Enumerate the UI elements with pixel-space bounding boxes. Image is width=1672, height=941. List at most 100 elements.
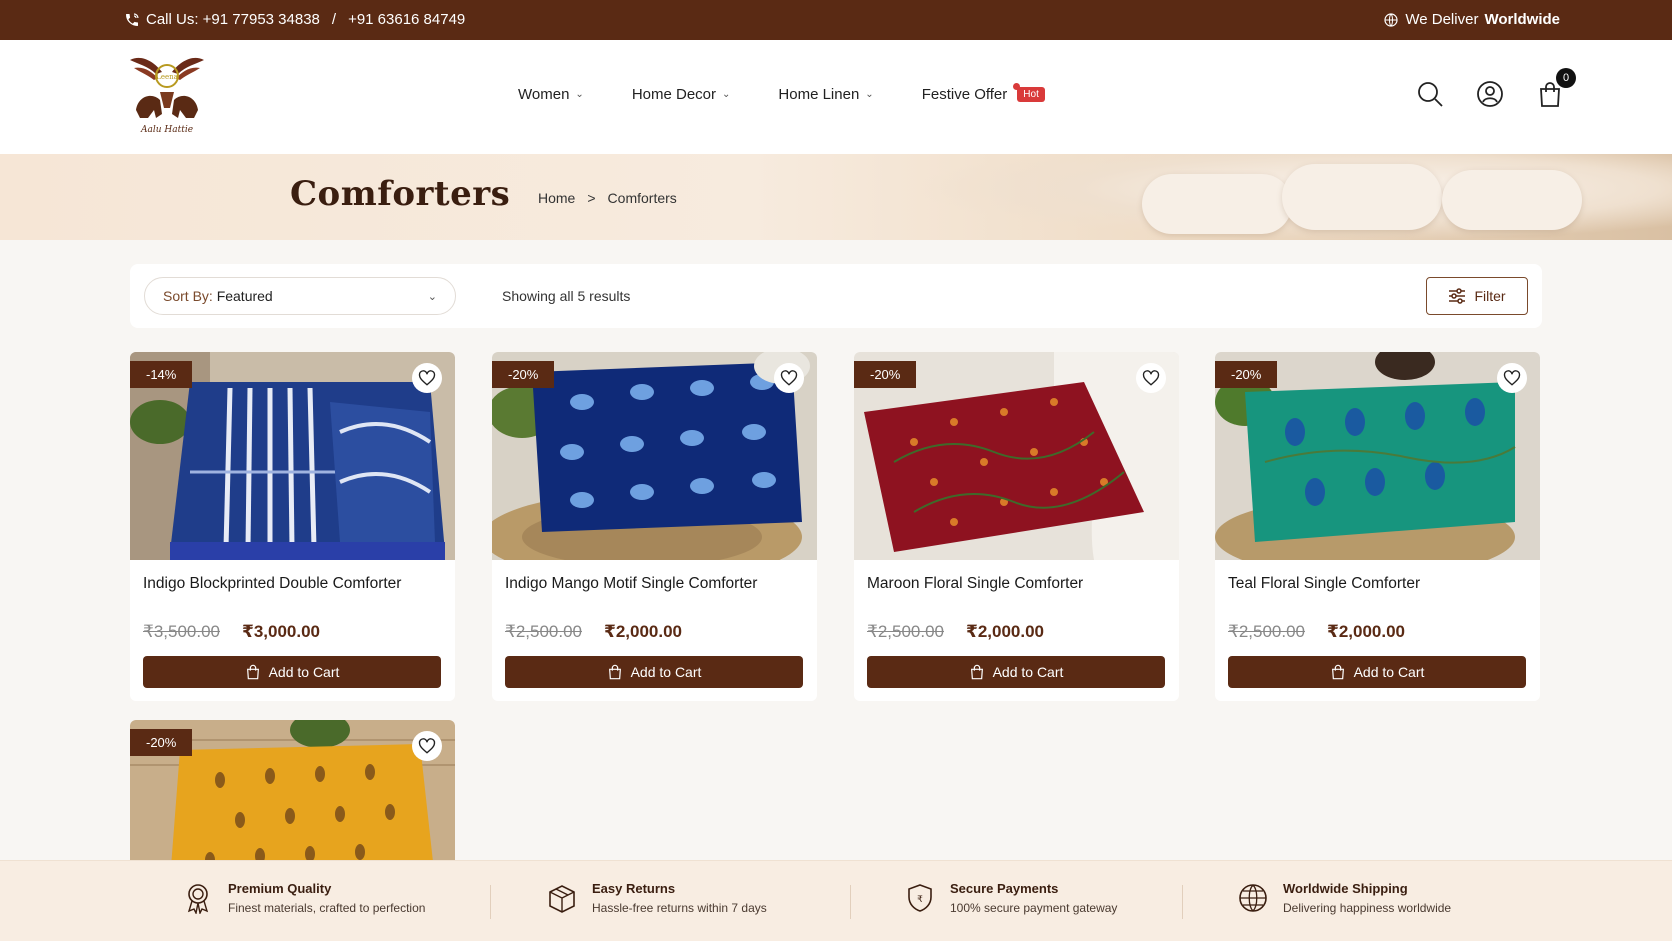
add-to-cart-label: Add to Cart bbox=[1353, 664, 1425, 680]
discount-badge: -20% bbox=[130, 729, 193, 756]
product-image[interactable]: -20% bbox=[1215, 352, 1540, 560]
discount-badge: -20% bbox=[854, 361, 917, 388]
nav-festive-offer-label[interactable]: Festive Offer bbox=[922, 86, 1008, 103]
phone-icon bbox=[126, 12, 139, 26]
add-to-cart-button[interactable]: Add to Cart bbox=[143, 656, 441, 688]
nav-home-decor[interactable]: Home Decor ⌄ bbox=[632, 86, 731, 103]
phone-separator: / bbox=[331, 11, 337, 28]
nav-women[interactable]: Women ⌄ bbox=[518, 86, 584, 103]
product-card[interactable]: -20% bbox=[130, 720, 455, 880]
product-card[interactable]: -14% Indigo Blockprinted Double Comforte… bbox=[130, 352, 455, 701]
product-card[interactable]: -20% Maroon Floral Single Comforter ₹2,5… bbox=[854, 352, 1179, 701]
filter-label: Filter bbox=[1474, 288, 1506, 304]
breadcrumb: Home > Comforters bbox=[538, 190, 677, 206]
wishlist-button[interactable] bbox=[1136, 363, 1166, 393]
wishlist-button[interactable] bbox=[412, 731, 442, 761]
feature-premium-quality: Premium Quality Finest materials, crafte… bbox=[182, 881, 425, 915]
add-to-cart-button[interactable]: Add to Cart bbox=[1228, 656, 1526, 688]
nav-festive-offer[interactable]: Festive Offer Hot bbox=[922, 83, 1045, 103]
call-us[interactable]: Call Us: +91 77953 34838 / +91 63616 847… bbox=[124, 11, 465, 28]
divider bbox=[490, 885, 491, 919]
filter-button[interactable]: Filter bbox=[1426, 277, 1528, 315]
feature-easy-returns: Easy Returns Hassle-free returns within … bbox=[546, 881, 767, 915]
breadcrumb-current: Comforters bbox=[607, 190, 677, 206]
sale-price: ₹2,000.00 bbox=[604, 622, 683, 641]
product-name[interactable]: Indigo Blockprinted Double Comforter bbox=[143, 574, 433, 594]
chevron-down-icon: ⌄ bbox=[575, 89, 584, 100]
page-banner: Comforters Home > Comforters bbox=[0, 154, 1672, 240]
wishlist-button[interactable] bbox=[774, 363, 804, 393]
search-icon bbox=[1418, 82, 1443, 107]
heart-icon bbox=[1142, 370, 1160, 386]
product-card[interactable]: -20% Teal Floral Single Comforter ₹2,500… bbox=[1215, 352, 1540, 701]
old-price: ₹2,500.00 bbox=[1228, 622, 1305, 641]
svg-text:Leena: Leena bbox=[156, 73, 178, 81]
divider bbox=[1182, 885, 1183, 919]
svg-text:Aalu Hattie: Aalu Hattie bbox=[140, 125, 193, 135]
deliver-prefix: We Deliver bbox=[1405, 11, 1479, 28]
sort-value: Featured bbox=[216, 288, 273, 304]
wishlist-button[interactable] bbox=[1497, 363, 1527, 393]
product-image[interactable]: -20% bbox=[492, 352, 817, 560]
old-price: ₹2,500.00 bbox=[867, 622, 944, 641]
sale-price: ₹3,000.00 bbox=[242, 622, 321, 641]
sort-prefix: Sort By: bbox=[163, 288, 213, 304]
brand-logo[interactable]: Leena Aalu Hattie bbox=[126, 52, 208, 140]
shopping-bag-icon bbox=[970, 664, 983, 680]
banner-cushion bbox=[1142, 174, 1292, 234]
phone-secondary[interactable]: +91 63616 84749 bbox=[348, 11, 465, 28]
old-price: ₹3,500.00 bbox=[143, 622, 220, 641]
award-icon bbox=[187, 884, 209, 914]
feature-subtitle: Finest materials, crafted to perfection bbox=[228, 901, 426, 915]
add-to-cart-button[interactable]: Add to Cart bbox=[867, 656, 1165, 688]
chevron-down-icon: ⌄ bbox=[865, 89, 874, 100]
main-nav: Women ⌄ Home Decor ⌄ Home Linen ⌄ Festiv… bbox=[518, 83, 1093, 103]
sale-price: ₹2,000.00 bbox=[1327, 622, 1406, 641]
nav-home-linen[interactable]: Home Linen ⌄ bbox=[778, 86, 873, 103]
chevron-down-icon: ⌄ bbox=[722, 89, 731, 100]
feature-subtitle: Delivering happiness worldwide bbox=[1283, 901, 1452, 915]
feature-secure-payments: ₹ Secure Payments 100% secure payment ga… bbox=[904, 881, 1117, 915]
page-title: Comforters bbox=[290, 174, 511, 214]
product-name[interactable]: Indigo Mango Motif Single Comforter bbox=[505, 574, 795, 594]
account-button[interactable] bbox=[1476, 80, 1504, 108]
product-prices: ₹2,500.00 ₹2,000.00 bbox=[1228, 622, 1405, 642]
deliver-worldwide: We Deliver Worldwide bbox=[1383, 11, 1560, 28]
shield-icon: ₹ bbox=[908, 884, 932, 912]
product-name[interactable]: Teal Floral Single Comforter bbox=[1228, 574, 1518, 594]
nav-home-decor-label[interactable]: Home Decor bbox=[632, 86, 716, 103]
globe-icon bbox=[1384, 12, 1398, 27]
add-to-cart-button[interactable]: Add to Cart bbox=[505, 656, 803, 688]
sort-select[interactable]: Sort By: Featured ⌄ bbox=[144, 277, 456, 315]
breadcrumb-separator: > bbox=[587, 190, 596, 206]
heart-icon bbox=[418, 370, 436, 386]
shopping-bag-icon bbox=[608, 664, 621, 680]
shopping-bag-icon bbox=[1331, 664, 1344, 680]
search-button[interactable] bbox=[1416, 80, 1444, 108]
nav-home-linen-label[interactable]: Home Linen bbox=[778, 86, 859, 103]
user-icon bbox=[1477, 81, 1503, 107]
nav-women-label[interactable]: Women bbox=[518, 86, 569, 103]
product-image[interactable]: -20% bbox=[130, 720, 455, 880]
phone-primary[interactable]: Call Us: +91 77953 34838 bbox=[146, 11, 320, 28]
cart-button[interactable]: 0 bbox=[1536, 68, 1576, 108]
product-image[interactable]: -14% bbox=[130, 352, 455, 560]
feature-title: Worldwide Shipping bbox=[1283, 881, 1408, 896]
discount-badge: -20% bbox=[1215, 361, 1278, 388]
add-to-cart-label: Add to Cart bbox=[630, 664, 702, 680]
product-prices: ₹2,500.00 ₹2,000.00 bbox=[505, 622, 682, 642]
banner-cushion bbox=[1442, 170, 1582, 230]
cart-count-badge: 0 bbox=[1556, 68, 1576, 88]
add-to-cart-label: Add to Cart bbox=[268, 664, 340, 680]
sliders-icon bbox=[1449, 288, 1466, 304]
discount-badge: -14% bbox=[130, 361, 193, 388]
product-image[interactable]: -20% bbox=[854, 352, 1179, 560]
wishlist-button[interactable] bbox=[412, 363, 442, 393]
divider bbox=[850, 885, 851, 919]
product-name[interactable]: Maroon Floral Single Comforter bbox=[867, 574, 1157, 594]
product-card[interactable]: -20% Indigo Mango Motif Single Comforter… bbox=[492, 352, 817, 701]
heart-icon bbox=[780, 370, 798, 386]
breadcrumb-home[interactable]: Home bbox=[538, 190, 575, 206]
results-count: Showing all 5 results bbox=[502, 288, 631, 304]
heart-icon bbox=[1503, 370, 1521, 386]
